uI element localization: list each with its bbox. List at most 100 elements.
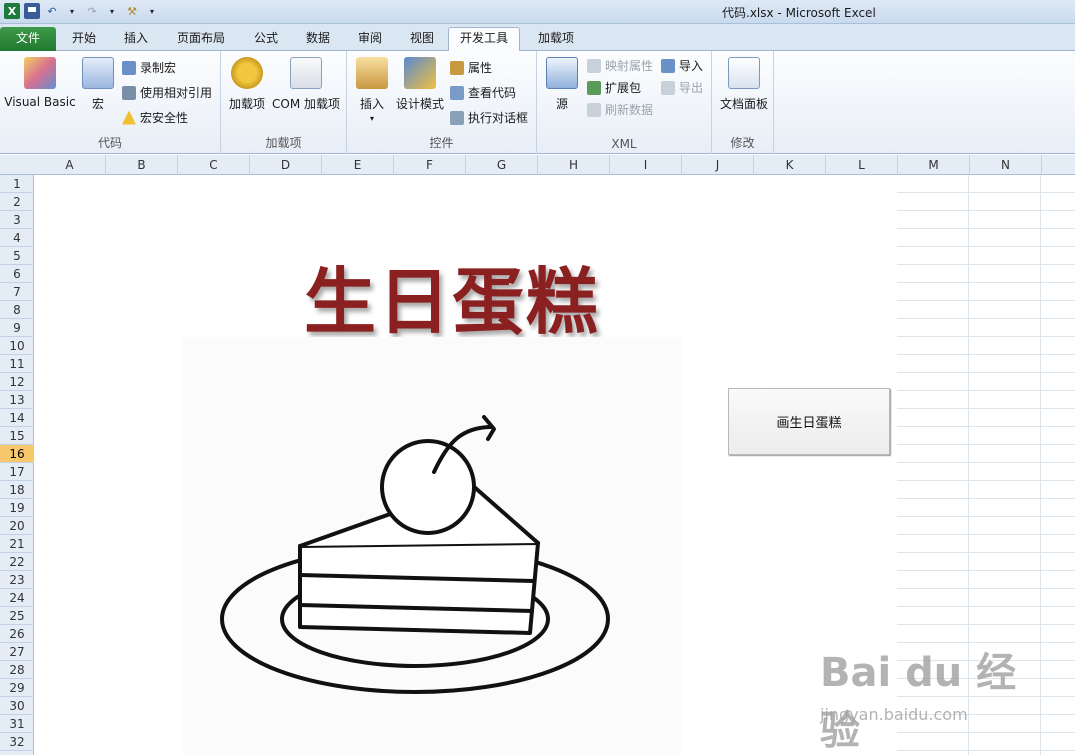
macro-security-button[interactable]: 宏安全性 [122,109,188,126]
column-header-cell[interactable]: H [538,155,610,175]
row-header-cell[interactable]: 29 [0,679,34,697]
document-panel-button[interactable]: 文档面板 [716,57,772,112]
row-header-cell[interactable]: 12 [0,373,34,391]
row-header-cell[interactable]: 1 [0,175,34,193]
view-code-button[interactable]: 查看代码 [450,84,516,101]
row-header-cell[interactable]: 26 [0,625,34,643]
tab-data[interactable]: 数据 [296,28,340,51]
export-button[interactable]: 导出 [661,79,703,96]
column-header-cell[interactable]: G [466,155,538,175]
row-header-cell[interactable]: 23 [0,571,34,589]
customize-toolbar-icon[interactable]: ▾ [144,3,160,19]
tab-addins[interactable]: 加载项 [528,28,584,51]
relative-reference-button[interactable]: 使用相对引用 [122,84,212,101]
tab-home[interactable]: 开始 [62,28,106,51]
document-panel-icon [728,57,760,89]
tools-icon[interactable]: ⚒ [124,3,140,19]
row-header-cell[interactable]: 5 [0,247,34,265]
row-header-cell[interactable]: 8 [0,301,34,319]
record-macro-button[interactable]: 录制宏 [122,59,176,76]
column-header-cell[interactable]: E [322,155,394,175]
row-header-cell[interactable]: 21 [0,535,34,553]
group-code: Visual Basic 宏 录制宏 使用相对引用 宏安全性 代码 [0,51,221,154]
row-header-cell[interactable]: 7 [0,283,34,301]
row-header-cell[interactable]: 9 [0,319,34,337]
column-header-cell[interactable]: D [250,155,322,175]
row-header-cell[interactable]: 3 [0,211,34,229]
column-header-cell[interactable]: F [394,155,466,175]
record-macro-icon [122,60,136,75]
draw-cake-button[interactable]: 画生日蛋糕 [728,388,890,455]
undo-icon[interactable]: ↶ [44,3,60,19]
row-header-cell[interactable]: 19 [0,499,34,517]
gears-icon [231,57,263,89]
export-icon [661,80,675,95]
column-header-cell[interactable]: J [682,155,754,175]
refresh-data-button[interactable]: 刷新数据 [587,101,653,118]
dropdown-arrow-icon[interactable]: ▾ [64,3,80,19]
expansion-packs-icon [587,80,601,95]
column-header-cell[interactable]: L [826,155,898,175]
macro-icon [82,57,114,89]
row-header-cell[interactable]: 20 [0,517,34,535]
row-header-cell[interactable]: 24 [0,589,34,607]
column-header-cell[interactable]: I [610,155,682,175]
dropdown-arrow-icon[interactable]: ▾ [104,3,120,19]
row-header-cell[interactable]: 22 [0,553,34,571]
row-header-cell[interactable]: 15 [0,427,34,445]
run-dialog-icon [450,110,464,125]
row-header-cell[interactable]: 17 [0,463,34,481]
row-header-cell[interactable]: 30 [0,697,34,715]
toolbox-icon [356,57,388,89]
column-header-cell[interactable]: K [754,155,826,175]
import-button[interactable]: 导入 [661,57,703,74]
tab-view[interactable]: 视图 [400,28,444,51]
tab-review[interactable]: 审阅 [348,28,392,51]
save-icon[interactable] [24,3,40,19]
cake-drawing[interactable] [182,337,682,755]
macro-button[interactable]: 宏 [80,57,116,112]
column-header-cell[interactable]: M [898,155,970,175]
row-header-cell[interactable]: 13 [0,391,34,409]
group-addins: 加载项 COM 加载项 加载项 [221,51,347,154]
design-mode-button[interactable]: 设计模式 [393,57,447,112]
map-properties-button[interactable]: 映射属性 [587,57,653,74]
row-header-cell[interactable]: 25 [0,607,34,625]
row-header-cell[interactable]: 14 [0,409,34,427]
row-header-cell[interactable]: 28 [0,661,34,679]
expansion-packs-button[interactable]: 扩展包 [587,79,641,96]
row-header-cell[interactable]: 10 [0,337,34,355]
row-header-cell[interactable]: 27 [0,643,34,661]
insert-control-button[interactable]: 插入 ▾ [353,57,391,123]
row-header-cell[interactable]: 2 [0,193,34,211]
row-header-cell[interactable]: 4 [0,229,34,247]
column-header-cell[interactable]: A [34,155,106,175]
xml-source-button[interactable]: 源 [545,57,579,112]
row-header-cell[interactable]: 16 [0,445,34,463]
tab-insert[interactable]: 插入 [114,28,158,51]
quick-access-toolbar: X ↶ ▾ ↷ ▾ ⚒ ▾ [4,3,160,19]
row-header-cell[interactable]: 32 [0,733,34,751]
run-dialog-button[interactable]: 执行对话框 [450,109,528,126]
group-label-addins: 加载项 [265,136,302,150]
row-header-cell[interactable]: 18 [0,481,34,499]
visual-basic-button[interactable]: Visual Basic [4,57,76,109]
tab-file[interactable]: 文件 [0,27,56,51]
row-header-cell[interactable]: 31 [0,715,34,733]
tab-developer[interactable]: 开发工具 [448,27,520,51]
com-addins-icon [290,57,322,89]
column-header-cell[interactable]: C [178,155,250,175]
addins-button[interactable]: 加载项 [227,57,267,112]
redo-icon[interactable]: ↷ [84,3,100,19]
tab-page-layout[interactable]: 页面布局 [170,28,232,51]
properties-button[interactable]: 属性 [450,59,492,76]
column-header-cell[interactable]: N [970,155,1042,175]
import-icon [661,58,675,73]
row-header-cell[interactable]: 6 [0,265,34,283]
column-header-cell[interactable]: B [106,155,178,175]
row-header-cell[interactable]: 11 [0,355,34,373]
tab-formulas[interactable]: 公式 [244,28,288,51]
cake-title-wordart[interactable]: 生日蛋糕 [304,243,600,348]
cake-body [298,541,540,635]
com-addins-button[interactable]: COM 加载项 [269,57,343,112]
